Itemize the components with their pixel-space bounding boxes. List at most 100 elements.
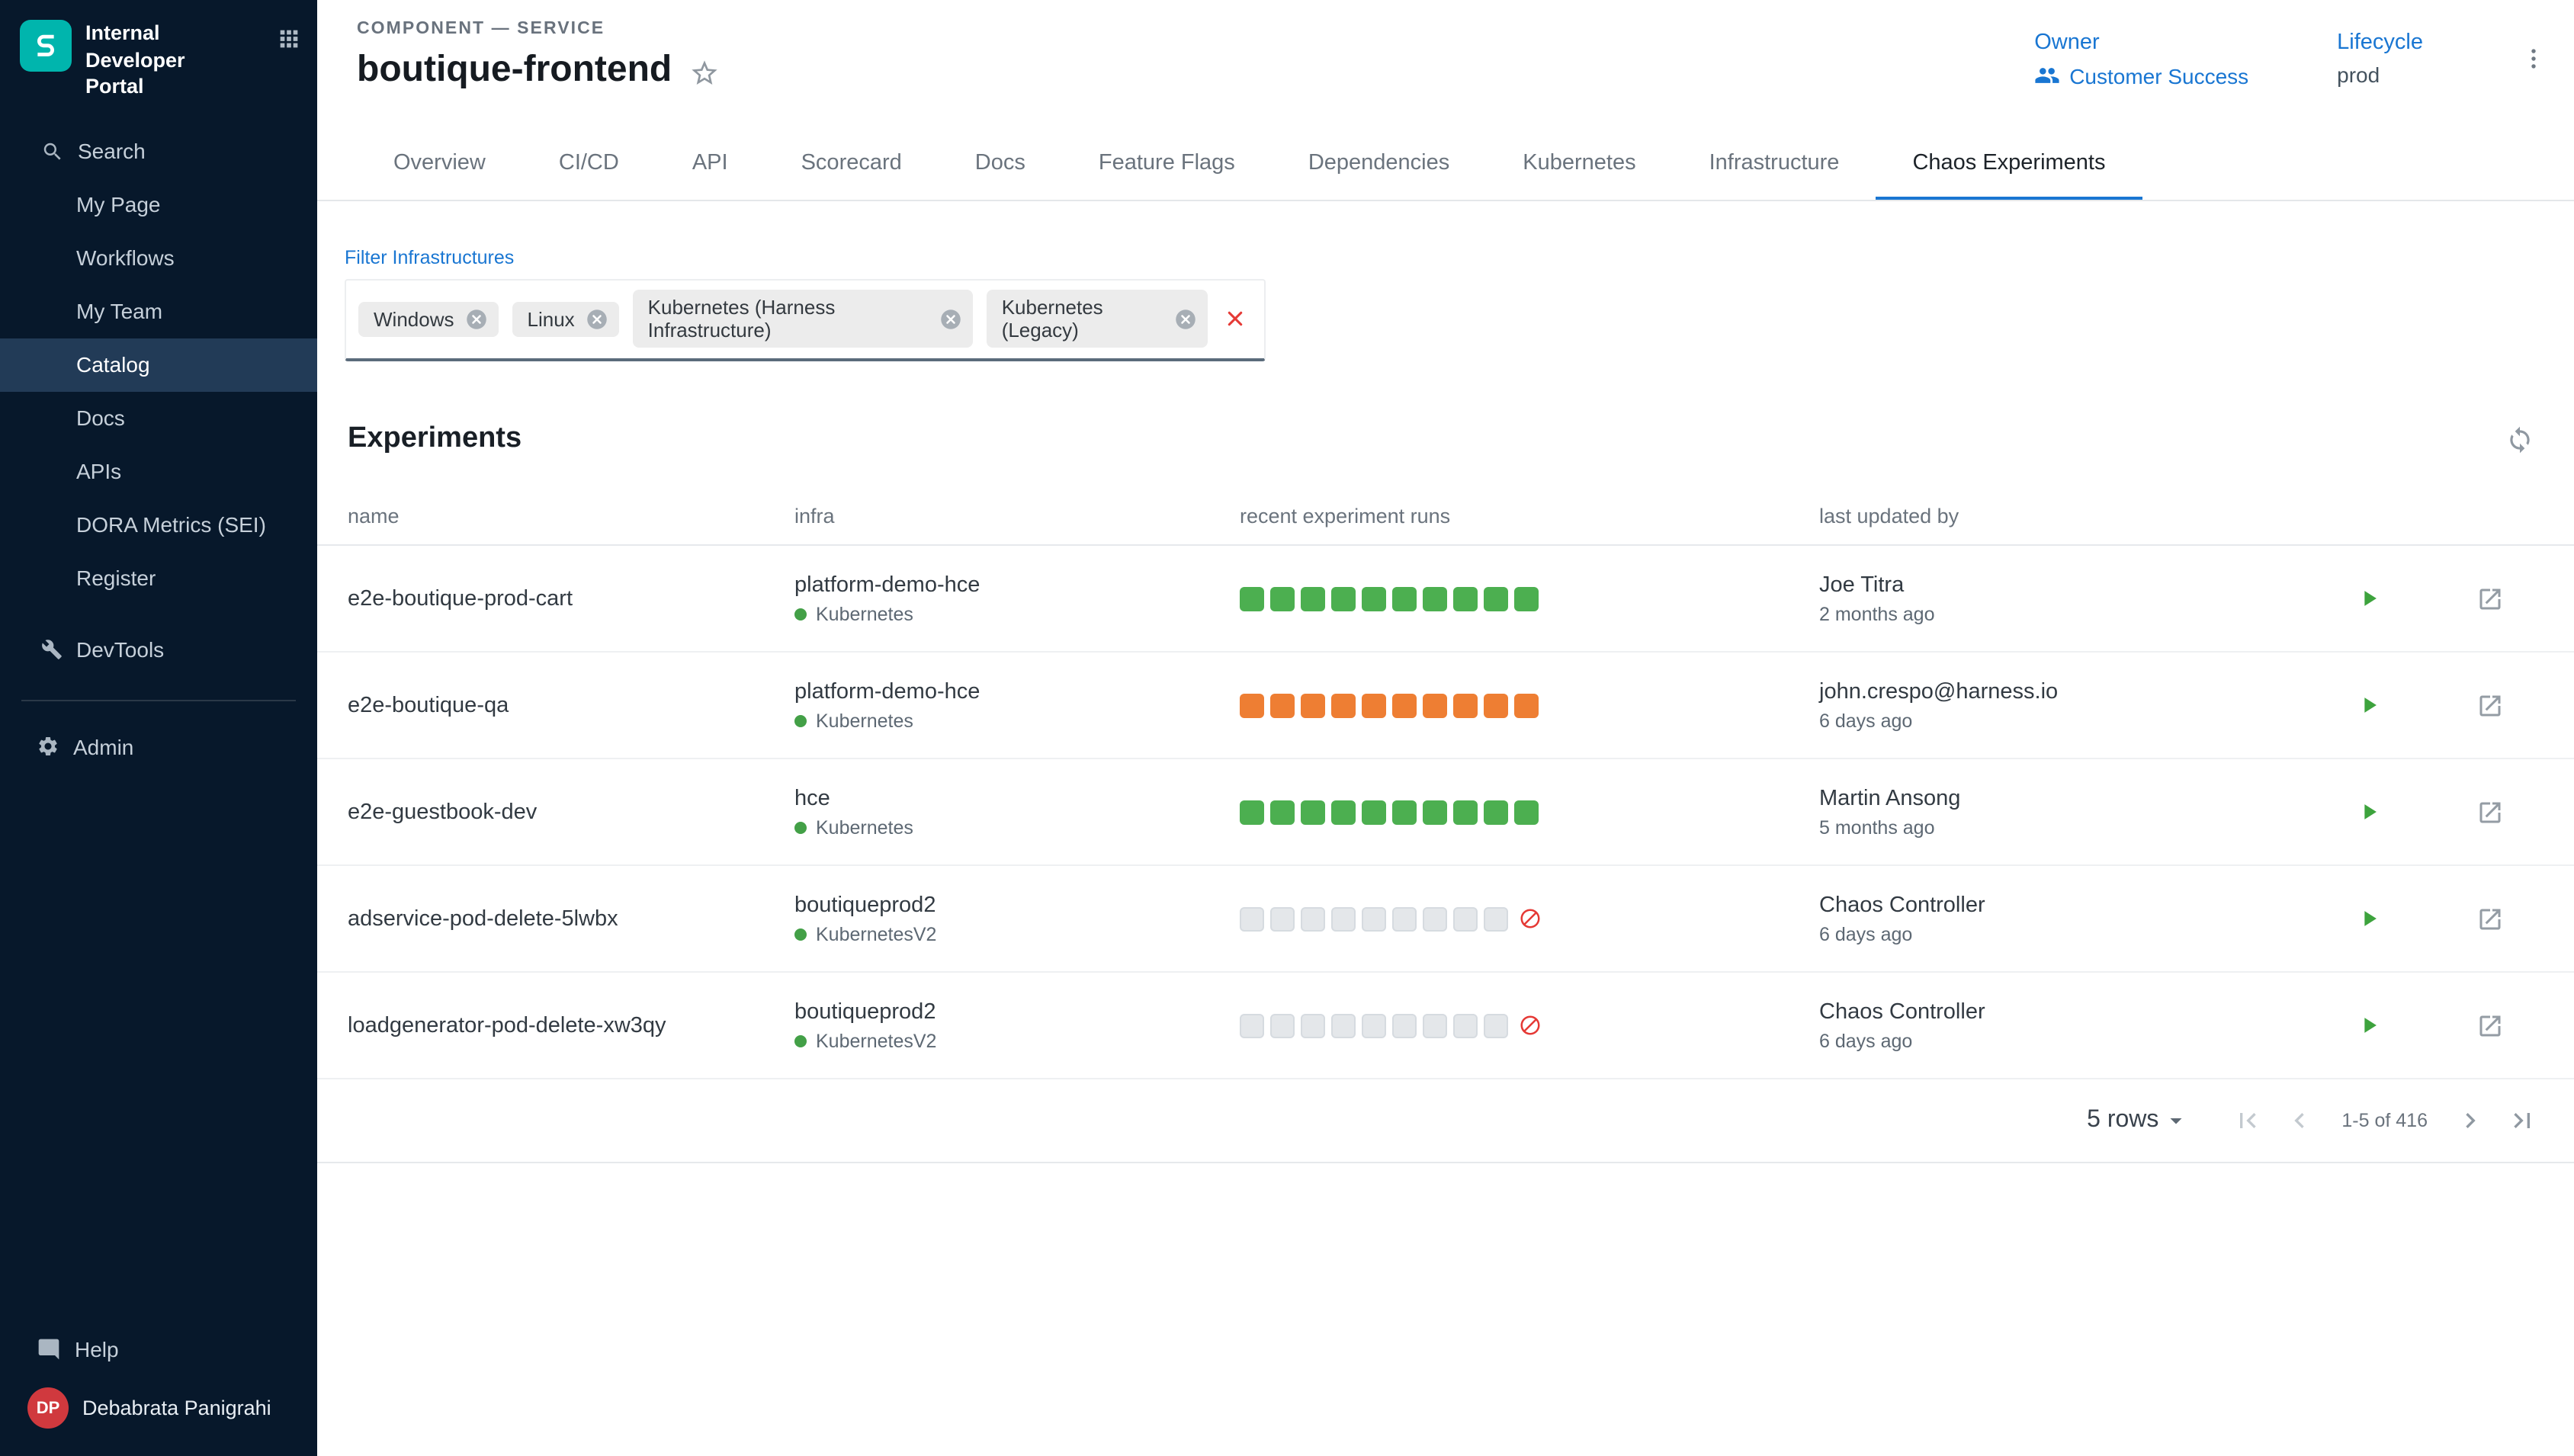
- run-indicator-square[interactable]: [1240, 586, 1264, 611]
- run-indicator-square[interactable]: [1270, 693, 1295, 717]
- run-indicator-square[interactable]: [1270, 906, 1295, 931]
- run-indicator-square[interactable]: [1301, 693, 1325, 717]
- run-experiment-button[interactable]: [2356, 906, 2382, 932]
- run-indicator-square[interactable]: [1514, 586, 1539, 611]
- run-indicator-square[interactable]: [1362, 586, 1386, 611]
- run-indicator-square[interactable]: [1392, 1013, 1417, 1037]
- tab-infrastructure[interactable]: Infrastructure: [1673, 128, 1876, 200]
- run-experiment-button[interactable]: [2356, 799, 2382, 825]
- prev-page-button[interactable]: [2277, 1099, 2320, 1142]
- run-indicator-square[interactable]: [1453, 906, 1478, 931]
- tab-scorecard[interactable]: Scorecard: [765, 128, 939, 200]
- run-indicator-square[interactable]: [1331, 586, 1356, 611]
- tab-ci-cd[interactable]: CI/CD: [522, 128, 656, 200]
- user-profile[interactable]: DP Debabrata Panigrahi: [0, 1375, 317, 1441]
- run-indicator-square[interactable]: [1423, 693, 1447, 717]
- owner-label[interactable]: Owner: [2034, 30, 2248, 55]
- run-experiment-button[interactable]: [2356, 1012, 2382, 1038]
- owner-value[interactable]: Customer Success: [2034, 63, 2248, 88]
- run-indicator-square[interactable]: [1331, 906, 1356, 931]
- tab-chaos-experiments[interactable]: Chaos Experiments: [1876, 128, 2142, 200]
- run-indicator-square[interactable]: [1270, 800, 1295, 824]
- run-indicator-square[interactable]: [1240, 906, 1264, 931]
- run-experiment-button[interactable]: [2356, 692, 2382, 718]
- open-experiment-button[interactable]: [2476, 905, 2504, 932]
- kebab-menu-icon[interactable]: [2521, 30, 2547, 72]
- run-indicator-square[interactable]: [1392, 693, 1417, 717]
- run-indicator-square[interactable]: [1514, 693, 1539, 717]
- tab-api[interactable]: API: [656, 128, 765, 200]
- run-indicator-square[interactable]: [1362, 1013, 1386, 1037]
- run-indicator-square[interactable]: [1423, 1013, 1447, 1037]
- run-experiment-button[interactable]: [2356, 585, 2382, 611]
- sidebar-item-dora-metrics-sei[interactable]: DORA Metrics (SEI): [0, 498, 317, 551]
- run-indicator-square[interactable]: [1514, 800, 1539, 824]
- sidebar-item-workflows[interactable]: Workflows: [0, 231, 317, 284]
- lifecycle-label[interactable]: Lifecycle: [2337, 30, 2423, 55]
- sidebar-item-docs[interactable]: Docs: [0, 391, 317, 444]
- apps-grid-icon[interactable]: [276, 26, 302, 52]
- last-page-button[interactable]: [2501, 1099, 2544, 1142]
- open-experiment-button[interactable]: [2476, 798, 2504, 826]
- run-indicator-square[interactable]: [1301, 906, 1325, 931]
- run-indicator-square[interactable]: [1453, 693, 1478, 717]
- run-indicator-square[interactable]: [1453, 586, 1478, 611]
- run-indicator-square[interactable]: [1392, 800, 1417, 824]
- tab-docs[interactable]: Docs: [939, 128, 1062, 200]
- refresh-icon[interactable]: [2502, 422, 2537, 457]
- run-indicator-square[interactable]: [1301, 800, 1325, 824]
- run-indicator-square[interactable]: [1331, 800, 1356, 824]
- next-page-button[interactable]: [2449, 1099, 2492, 1142]
- run-indicator-square[interactable]: [1484, 586, 1508, 611]
- infrastructure-filter-input[interactable]: WindowsLinuxKubernetes (Harness Infrastr…: [345, 279, 1266, 361]
- remove-chip-icon[interactable]: [465, 307, 488, 330]
- run-indicator-square[interactable]: [1423, 800, 1447, 824]
- run-indicator-square[interactable]: [1484, 693, 1508, 717]
- run-indicator-square[interactable]: [1301, 1013, 1325, 1037]
- run-indicator-square[interactable]: [1362, 693, 1386, 717]
- run-indicator-square[interactable]: [1453, 800, 1478, 824]
- first-page-button[interactable]: [2226, 1099, 2268, 1142]
- remove-chip-icon[interactable]: [939, 307, 962, 330]
- open-experiment-button[interactable]: [2476, 691, 2504, 719]
- tab-feature-flags[interactable]: Feature Flags: [1062, 128, 1272, 200]
- star-icon[interactable]: [688, 57, 719, 88]
- run-indicator-square[interactable]: [1270, 586, 1295, 611]
- sidebar-item-my-team[interactable]: My Team: [0, 284, 317, 338]
- run-indicator-square[interactable]: [1331, 693, 1356, 717]
- run-indicator-square[interactable]: [1392, 906, 1417, 931]
- sidebar-item-catalog[interactable]: Catalog: [0, 338, 317, 391]
- run-indicator-square[interactable]: [1423, 906, 1447, 931]
- remove-chip-icon[interactable]: [586, 307, 608, 330]
- sidebar-item-search[interactable]: Search: [0, 124, 317, 178]
- clear-filters-icon[interactable]: [1221, 305, 1249, 332]
- remove-chip-icon[interactable]: [1174, 307, 1197, 330]
- tab-kubernetes[interactable]: Kubernetes: [1486, 128, 1672, 200]
- tab-dependencies[interactable]: Dependencies: [1272, 128, 1486, 200]
- run-indicator-square[interactable]: [1240, 800, 1264, 824]
- sidebar-item-my-page[interactable]: My Page: [0, 178, 317, 231]
- sidebar-item-admin[interactable]: Admin: [0, 720, 317, 772]
- open-experiment-button[interactable]: [2476, 585, 2504, 612]
- run-indicator-square[interactable]: [1301, 586, 1325, 611]
- filter-infrastructures-label[interactable]: Filter Infrastructures: [345, 247, 514, 268]
- sidebar-item-devtools[interactable]: DevTools: [0, 623, 317, 676]
- run-indicator-square[interactable]: [1240, 1013, 1264, 1037]
- sidebar-item-apis[interactable]: APIs: [0, 444, 317, 498]
- run-indicator-square[interactable]: [1392, 586, 1417, 611]
- run-indicator-square[interactable]: [1270, 1013, 1295, 1037]
- run-indicator-square[interactable]: [1362, 906, 1386, 931]
- tab-overview[interactable]: Overview: [357, 128, 522, 200]
- run-indicator-square[interactable]: [1240, 693, 1264, 717]
- run-indicator-square[interactable]: [1484, 800, 1508, 824]
- rows-per-page-select[interactable]: 5 rows: [2087, 1107, 2189, 1134]
- sidebar-item-help[interactable]: Help: [0, 1323, 317, 1375]
- run-indicator-square[interactable]: [1484, 906, 1508, 931]
- run-indicator-square[interactable]: [1484, 1013, 1508, 1037]
- run-indicator-square[interactable]: [1331, 1013, 1356, 1037]
- run-indicator-square[interactable]: [1423, 586, 1447, 611]
- open-experiment-button[interactable]: [2476, 1012, 2504, 1039]
- run-indicator-square[interactable]: [1362, 800, 1386, 824]
- run-indicator-square[interactable]: [1453, 1013, 1478, 1037]
- sidebar-item-register[interactable]: Register: [0, 551, 317, 605]
